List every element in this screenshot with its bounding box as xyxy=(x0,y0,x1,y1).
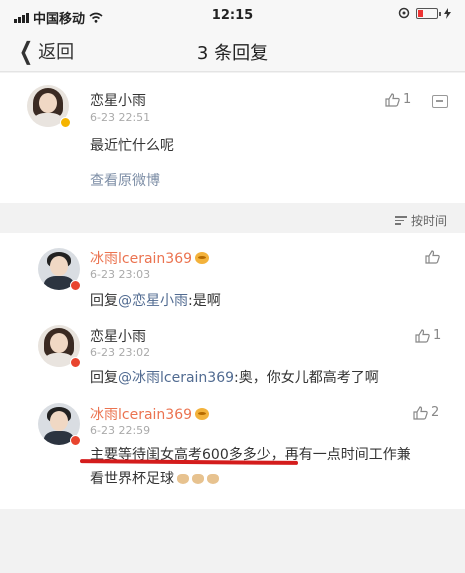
reply-author[interactable]: 恋星小雨 xyxy=(90,326,146,346)
sort-by-time-button[interactable]: 按时间 xyxy=(394,212,447,229)
reply-text: 回复@冰雨lcerain369:奥，你女儿都高考了啊 xyxy=(90,370,379,386)
thumb-up-icon xyxy=(413,405,428,420)
verified-badge-icon xyxy=(70,357,81,368)
comment-time: 6-23 22:51 xyxy=(90,111,151,124)
emoji-icon xyxy=(192,474,204,484)
like-count: 1 xyxy=(433,328,442,343)
reply-text: 回复@恋星小雨:是啊 xyxy=(90,293,221,309)
vip-emoji-icon xyxy=(195,252,210,264)
comment-icon[interactable] xyxy=(432,95,448,108)
location-lock-icon xyxy=(398,7,410,19)
view-original-link[interactable]: 查看原微博 xyxy=(90,170,160,190)
mention-link[interactable]: @恋星小雨 xyxy=(118,293,188,309)
emoji-icon xyxy=(207,474,219,484)
reply-text-line-2: 看世界杯足球 xyxy=(90,468,219,488)
like-button[interactable]: 1 xyxy=(385,92,411,107)
reply-time: 6-23 22:59 xyxy=(90,424,151,437)
verified-badge-icon xyxy=(60,117,71,128)
battery-icon xyxy=(416,7,441,19)
page-title: 3 条回复 xyxy=(196,43,269,64)
like-button[interactable]: 1 xyxy=(415,328,441,343)
like-count: 2 xyxy=(431,405,440,420)
mention-link[interactable]: @冰雨lcerain369 xyxy=(118,370,234,386)
reply-author[interactable]: 冰雨lcerain369 xyxy=(90,404,210,424)
comment-text: 最近忙什么呢 xyxy=(90,138,174,154)
reply-list: 冰雨lcerain369 6-23 23:03 回复@恋星小雨:是啊 恋星小雨 … xyxy=(0,233,465,509)
verified-badge-icon xyxy=(70,435,81,446)
status-time: 12:15 xyxy=(211,8,254,23)
emoji-icon xyxy=(177,474,189,484)
thumb-up-icon xyxy=(415,328,430,343)
like-button[interactable] xyxy=(425,250,440,264)
sort-label: 按时间 xyxy=(410,214,447,228)
original-comment: 恋星小雨 6-23 22:51 最近忙什么呢 查看原微博 1 xyxy=(0,73,465,203)
like-button[interactable]: 2 xyxy=(413,405,439,420)
verified-badge-icon xyxy=(70,280,81,291)
comment-author[interactable]: 恋星小雨 xyxy=(90,90,146,110)
nav-bar: ❮ 返回 3 条回复 xyxy=(0,30,465,72)
like-count: 1 xyxy=(403,92,412,107)
thumb-up-icon xyxy=(385,92,400,107)
reply-time: 6-23 23:03 xyxy=(90,268,151,281)
status-bar: 中国移动 12:15 xyxy=(0,0,465,30)
sort-bar: 按时间 xyxy=(0,207,465,233)
sort-icon xyxy=(394,216,407,225)
reply-time: 6-23 23:02 xyxy=(90,346,151,359)
reply-author[interactable]: 冰雨lcerain369 xyxy=(90,248,210,268)
vip-emoji-icon xyxy=(195,408,210,420)
charging-icon xyxy=(444,7,451,19)
thumb-up-icon xyxy=(425,250,440,264)
status-right xyxy=(398,7,451,19)
